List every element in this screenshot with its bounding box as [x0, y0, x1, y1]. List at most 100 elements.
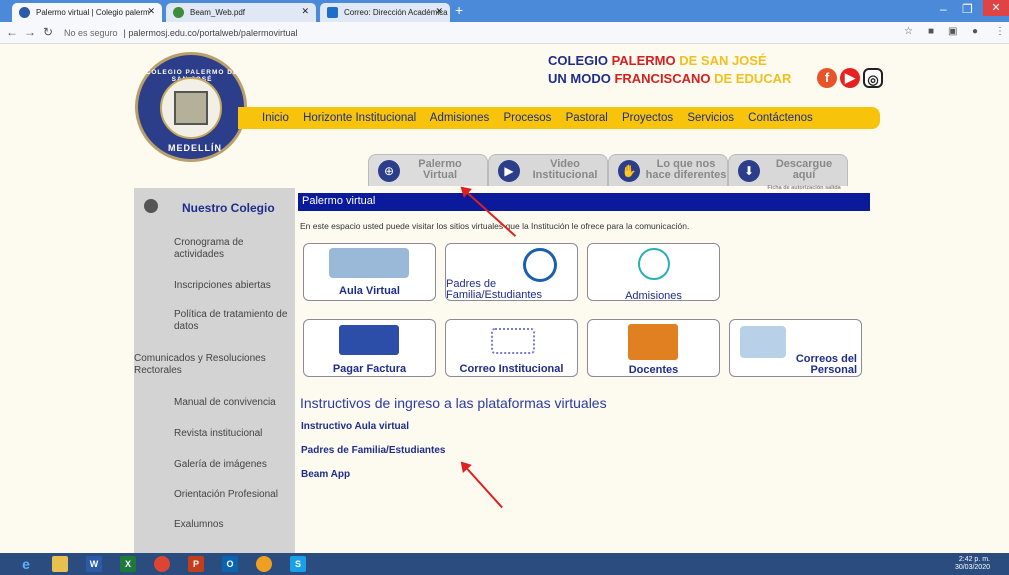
card-correos-personal[interactable]: Correos del Personal [729, 319, 862, 377]
sidebar-item-exalumnos[interactable]: Exalumnos [134, 519, 295, 531]
file-explorer-icon[interactable] [52, 556, 68, 572]
document-icon [638, 248, 670, 280]
browser-tab-palermo[interactable]: Palermo virtual | Colegio palerm ✕ [12, 3, 162, 22]
sidebar-item-manual[interactable]: Manual de convivencia [134, 397, 295, 409]
forward-icon[interactable]: → [24, 25, 36, 39]
card-pagar-factura[interactable]: Pagar Factura [303, 319, 436, 377]
close-tab-icon[interactable]: ✕ [147, 6, 155, 17]
browser-tab-correo[interactable]: Correo: Dirección Académica Pr ✕ [320, 3, 450, 22]
address-bar: ← → ↻ No es seguro | palermosj.edu.co/por… [0, 22, 1009, 44]
skype-icon[interactable]: S [290, 556, 306, 572]
internet-explorer-icon[interactable]: e [18, 556, 34, 572]
globe-icon: ⊕ [378, 160, 400, 182]
graduation-cap-icon [523, 248, 557, 282]
profile-icon[interactable]: ● [972, 26, 978, 37]
outlook-icon[interactable]: O [222, 556, 238, 572]
tab-descargue-aqui[interactable]: ⬇ Descargue aquí Ficha de autorización sa… [728, 154, 848, 202]
close-window-button[interactable]: ✕ [983, 0, 1009, 16]
email-icon [740, 326, 786, 358]
menu-item-procesos[interactable]: Procesos [503, 112, 551, 124]
extension-icon[interactable]: ▣ [948, 26, 957, 37]
tab-label: Video Institucional [532, 158, 598, 181]
sidebar-item-comunicados[interactable]: Comunicados y Resoluciones Rectorales [134, 353, 295, 377]
tab-palermo-virtual[interactable]: ⊕ Palermo Virtual [368, 154, 488, 186]
close-tab-icon[interactable]: ✕ [435, 6, 443, 17]
sidebar-item-politica[interactable]: Política de tratamiento de datos [134, 309, 295, 333]
extension-icon[interactable]: ■ [928, 26, 934, 37]
main-menu: Inicio Horizonte Institucional Admisione… [262, 112, 824, 124]
close-tab-icon[interactable]: ✕ [301, 6, 309, 17]
link-beam-app[interactable]: Beam App [301, 469, 350, 480]
logo-text-bottom: MEDELLÍN [168, 143, 222, 153]
laptop-books-icon [329, 248, 409, 278]
school-icon [19, 7, 30, 18]
minimize-icon[interactable]: – [940, 2, 947, 16]
slogan-line-2: UN MODO FRANCISCANO DE EDUCAR [548, 71, 792, 86]
sidebar-item-revista[interactable]: Revista institucional [134, 428, 295, 440]
menu-item-contactenos[interactable]: Contáctenos [748, 112, 813, 124]
menu-item-horizonte[interactable]: Horizonte Institucional [303, 112, 416, 124]
office365-icon [491, 328, 535, 354]
sidebar-item-galeria[interactable]: Galería de imágenes [134, 459, 295, 471]
chrome-icon [173, 7, 184, 18]
sidebar-item-orientacion[interactable]: Orientación Profesional [134, 489, 295, 501]
excel-icon[interactable]: X [120, 556, 136, 572]
menu-item-servicios[interactable]: Servicios [687, 112, 734, 124]
menu-item-pastoral[interactable]: Pastoral [566, 112, 608, 124]
tab-title: Palermo virtual | Colegio palerm [36, 8, 150, 17]
menu-item-admisiones[interactable]: Admisiones [430, 112, 489, 124]
intro-text: En este espacio usted puede visitar los … [300, 221, 690, 231]
youtube-icon[interactable]: ▶ [840, 68, 860, 88]
link-padres-familia[interactable]: Padres de Familia/Estudiantes [301, 445, 446, 456]
card-correo-institucional[interactable]: Correo Institucional [445, 319, 578, 377]
browser-tab-bar: Palermo virtual | Colegio palerm ✕ Beam_… [0, 0, 1009, 22]
sidebar-header: Nuestro Colegio [134, 188, 295, 228]
back-icon[interactable]: ← [6, 25, 18, 39]
annotation-arrow [461, 462, 503, 509]
menu-icon[interactable]: ⋮ [995, 26, 1005, 37]
reload-icon[interactable]: ↻ [43, 25, 53, 39]
payment-lock-icon [339, 325, 399, 355]
url-field[interactable]: No es seguro | palermosj.edu.co/portalweb… [64, 25, 894, 41]
powerpoint-icon[interactable]: P [188, 556, 204, 572]
instagram-icon[interactable]: ◎ [863, 68, 883, 88]
card-admisiones[interactable]: Admisiones [587, 243, 720, 302]
url-text: palermosj.edu.co/portalweb/palermovirtua… [128, 28, 298, 38]
tab-lo-que-nos-hace-diferentes[interactable]: ✋ Lo que nos hace diferentes [608, 154, 728, 186]
menu-item-proyectos[interactable]: Proyectos [622, 112, 673, 124]
tab-video-institucional[interactable]: ▶ Video Institucional [488, 154, 608, 186]
app-icon[interactable] [256, 556, 272, 572]
windows-taskbar: e W X P O S [0, 553, 1009, 575]
tab-label: Palermo Virtual [418, 158, 462, 181]
facebook-icon[interactable]: f [817, 68, 837, 88]
sidebar-item-cronograma[interactable]: Cronograma de actividades [134, 237, 295, 261]
folders-icon [628, 324, 678, 360]
browser-tab-beam[interactable]: Beam_Web.pdf ✕ [166, 3, 316, 22]
link-instructivo-aula-virtual[interactable]: Instructivo Aula virtual [301, 421, 409, 432]
instructivos-title: Instructivos de ingreso a las plataforma… [300, 395, 607, 411]
settings-icon [144, 199, 158, 213]
crest-icon [160, 77, 222, 139]
new-tab-button[interactable]: + [455, 2, 463, 18]
restore-icon[interactable]: ❐ [962, 2, 973, 16]
outlook-icon [327, 7, 338, 18]
card-aula-virtual[interactable]: Aula Virtual [303, 243, 436, 301]
taskbar-clock: 2:42 p. m. 30/03/2020 [954, 556, 990, 571]
download-icon: ⬇ [738, 160, 760, 182]
school-logo[interactable]: COLEGIO PALERMO DE SAN JOSÉ MEDELLÍN [135, 52, 247, 162]
menu-item-inicio[interactable]: Inicio [262, 112, 289, 124]
handshake-icon: ✋ [618, 160, 640, 182]
chrome-icon[interactable] [154, 556, 170, 572]
page-heading: Palermo virtual [298, 193, 870, 211]
star-icon[interactable]: ☆ [904, 26, 913, 37]
slogan-line-1: COLEGIO PALERMO DE SAN JOSÉ [548, 53, 767, 68]
security-label: No es seguro [64, 28, 118, 38]
video-camera-icon: ▶ [498, 160, 520, 182]
sidebar-title: Nuestro Colegio [182, 201, 275, 215]
tab-title: Beam_Web.pdf [190, 8, 245, 17]
sidebar-item-inscripciones[interactable]: Inscripciones abiertas [134, 280, 295, 292]
word-icon[interactable]: W [86, 556, 102, 572]
card-padres-familia[interactable]: Padres de Familia/Estudiantes [445, 243, 578, 301]
card-docentes[interactable]: Docentes [587, 319, 720, 377]
tab-label: Lo que nos hace diferentes [645, 158, 727, 181]
